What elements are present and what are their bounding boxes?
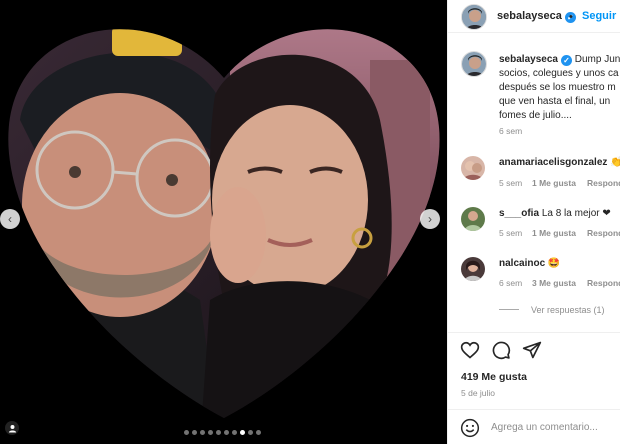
post-date[interactable]: 5 de julio — [461, 388, 495, 398]
comment-reply-button[interactable]: Respond — [587, 278, 620, 288]
carousel-dot — [256, 430, 261, 435]
comment-text: 🤩 — [547, 258, 561, 269]
heart-icon[interactable] — [460, 340, 480, 360]
caption-username[interactable]: sebalayseca — [499, 54, 558, 65]
author-username[interactable]: sebalayseca ✓ — [497, 10, 576, 23]
carousel-dot — [208, 430, 213, 435]
avatar-image — [462, 5, 486, 29]
view-replies-label[interactable]: Ver respuestas (1) — [531, 305, 605, 315]
caption-line-5: fomes de julio.... — [499, 110, 572, 121]
carousel-dot — [216, 430, 221, 435]
carousel-dot — [248, 430, 253, 435]
comment-reply-button[interactable]: Respond — [587, 228, 620, 238]
comment-row: nalcainoc 🤩 — [499, 258, 560, 269]
comment-likes[interactable]: 1 Me gusta — [532, 228, 576, 238]
username-text[interactable]: sebalayseca — [497, 10, 562, 22]
comment-avatar[interactable] — [461, 207, 485, 231]
view-replies-button[interactable]: Ver respuestas (1) — [499, 305, 605, 315]
caption-line-4: que ven hasta el final, un — [499, 96, 611, 107]
comment-avatar[interactable] — [461, 156, 485, 180]
carousel-dot — [224, 430, 229, 435]
avatar-image — [461, 257, 485, 281]
caption-avatar[interactable] — [461, 51, 487, 77]
likes-count[interactable]: 419 Me gusta — [461, 371, 527, 383]
caption-time[interactable]: 6 sem — [499, 126, 522, 136]
post-media[interactable]: ‹ › — [0, 0, 447, 444]
comment-avatar[interactable] — [461, 257, 485, 281]
carousel-dots — [184, 430, 261, 435]
comment-row: anamariacelisgonzalez 👏 — [499, 157, 620, 168]
comment-time[interactable]: 5 sem — [499, 178, 522, 188]
share-icon[interactable] — [522, 340, 542, 360]
caption-line-3: después se los muestro m — [499, 82, 616, 93]
caption: sebalayseca ✓ Dump Jun socios, colegues y… — [499, 53, 620, 123]
replies-divider — [499, 309, 519, 310]
comment-time[interactable]: 6 sem — [499, 278, 522, 288]
caption-line-1: sebalayseca ✓ Dump Jun — [499, 53, 620, 67]
follow-button[interactable]: Seguir — [582, 10, 616, 22]
post-actions: 419 Me gusta 5 de julio — [448, 332, 620, 444]
comment-username[interactable]: nalcainoc — [499, 258, 545, 269]
chevron-left-icon: ‹ — [8, 212, 12, 226]
carousel-next-button[interactable]: › — [420, 209, 440, 229]
comment-reply-button[interactable]: Respond — [587, 178, 620, 188]
carousel-dot — [192, 430, 197, 435]
comment-username[interactable]: anamariacelisgonzalez — [499, 157, 607, 168]
carousel-dot — [184, 430, 189, 435]
comment-icon[interactable] — [491, 340, 511, 360]
follow-separator: • — [569, 11, 573, 23]
post-header: sebalayseca ✓ • Seguir — [448, 0, 620, 33]
tagged-users-button[interactable] — [5, 421, 19, 435]
chevron-right-icon: › — [428, 212, 432, 226]
verified-badge-icon: ✓ — [560, 55, 572, 66]
heart-photo — [8, 29, 440, 418]
comment-row: s___ofia La 8 la mejor ❤ — [499, 208, 611, 219]
caption-line-2: socios, colegues y unos ca — [499, 68, 619, 79]
comment-time[interactable]: 5 sem — [499, 228, 522, 238]
avatar-image — [461, 207, 485, 231]
comment-text: La 8 la mejor ❤ — [541, 208, 611, 219]
carousel-prev-button[interactable]: ‹ — [0, 209, 20, 229]
comment-composer — [448, 409, 620, 444]
comment-username[interactable]: s___ofia — [499, 208, 539, 219]
carousel-dot — [232, 430, 237, 435]
caption-text-1: Dump Jun — [574, 54, 620, 65]
user-tag-icon — [8, 424, 16, 433]
comment-likes[interactable]: 1 Me gusta — [532, 178, 576, 188]
comment-text: 👏 — [610, 157, 620, 168]
post-sidebar: sebalayseca ✓ • Seguir sebalayseca ✓ Dump … — [447, 0, 620, 444]
carousel-dot-active — [240, 430, 245, 435]
carousel-dot — [200, 430, 205, 435]
avatar-image — [461, 156, 485, 180]
avatar-image — [462, 52, 486, 76]
avatar[interactable] — [461, 4, 487, 30]
emoji-icon[interactable] — [460, 418, 480, 438]
comment-likes[interactable]: 3 Me gusta — [532, 278, 576, 288]
comment-input[interactable] — [491, 422, 619, 433]
